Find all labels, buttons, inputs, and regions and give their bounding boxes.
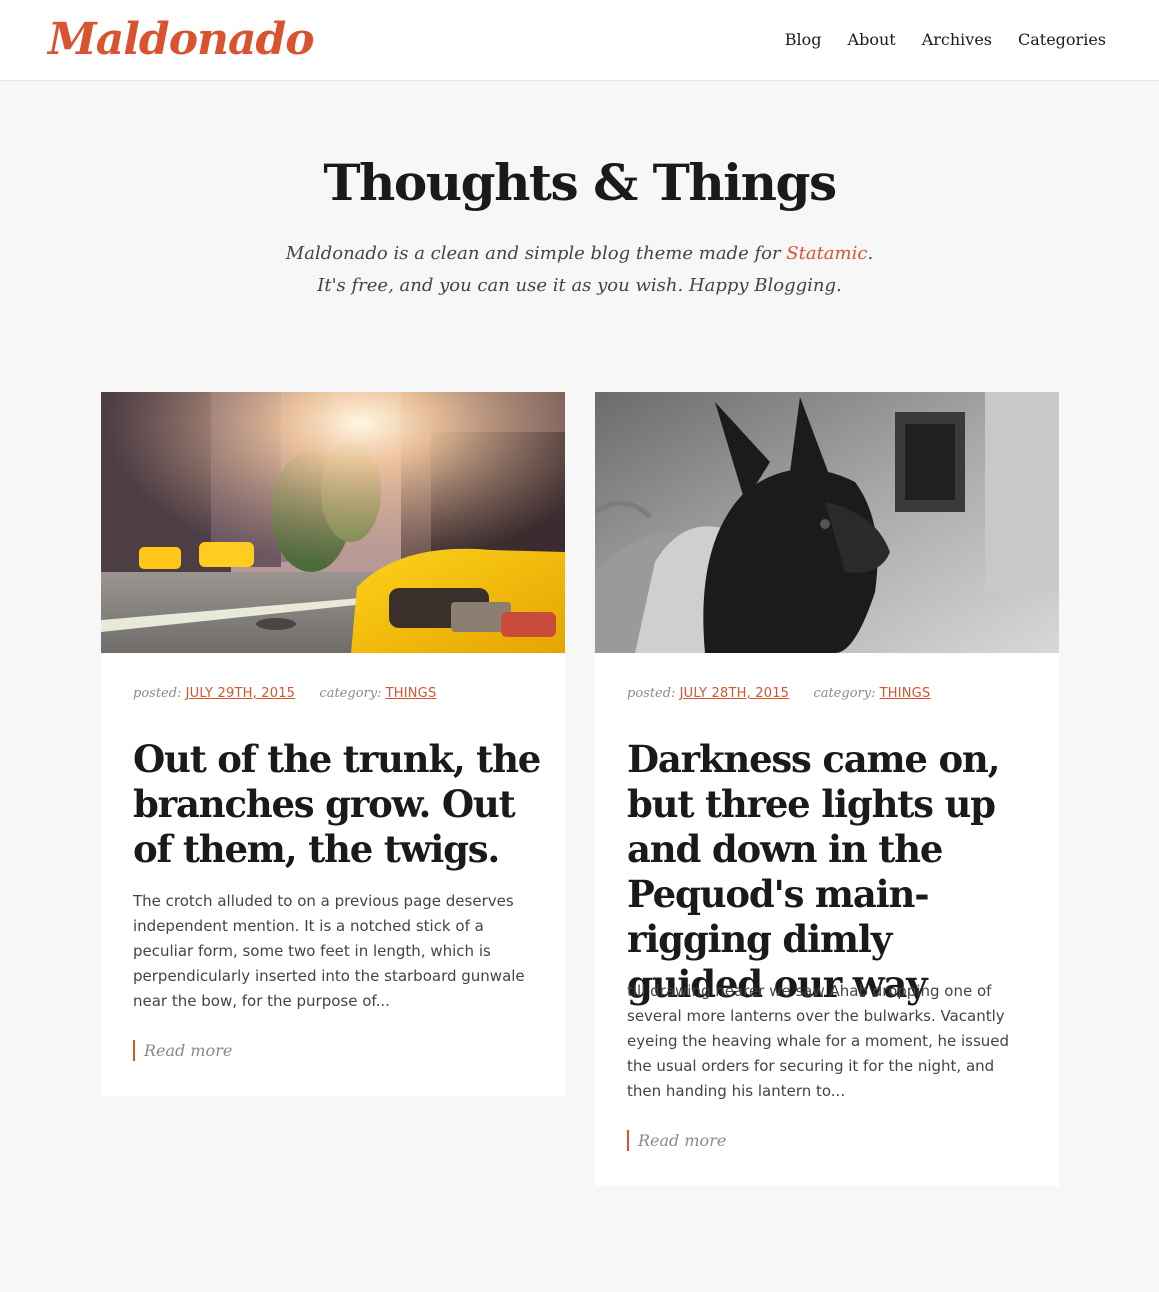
main-nav: Blog About Archives Categories (785, 26, 1106, 54)
nav-item-blog[interactable]: Blog (785, 26, 822, 54)
post-title[interactable]: Darkness came on, but three lights up an… (627, 737, 1037, 1007)
post-date[interactable]: JULY 29TH, 2015 (186, 686, 296, 701)
post-excerpt: till drawing nearer we saw Ahab dropping… (627, 982, 1010, 1100)
nav-item-categories[interactable]: Categories (1018, 26, 1106, 54)
post-image-taxi[interactable] (101, 392, 565, 653)
posted-label: posted: (627, 686, 676, 701)
post-meta: posted: JULY 28TH, 2015 category: THINGS (627, 684, 930, 704)
site-header: Maldonado Blog About Archives Categories (0, 0, 1159, 81)
subtitle-line-1: Maldonado is a clean and simple blog the… (0, 238, 1159, 270)
post-card: posted: JULY 29TH, 2015 category: THINGS… (101, 392, 565, 1096)
subtitle-period: . (867, 243, 874, 264)
nav-item-about[interactable]: About (848, 26, 896, 54)
subtitle-text: Maldonado is a clean and simple blog the… (285, 243, 787, 264)
post-excerpt: The crotch alluded to on a previous page… (133, 892, 525, 1010)
category-label: category: (813, 686, 876, 701)
subtitle-line-2: It's free, and you can use it as you wis… (317, 275, 842, 296)
page-subtitle: Maldonado is a clean and simple blog the… (0, 238, 1159, 302)
logo-text: Maldonado (48, 14, 315, 65)
statamic-link[interactable]: Statamic (786, 243, 867, 264)
posted-label: posted: (133, 686, 182, 701)
post-meta: posted: JULY 29TH, 2015 category: THINGS (133, 684, 436, 704)
post-title[interactable]: Out of the trunk, the branches grow. Out… (133, 737, 543, 872)
post-category[interactable]: THINGS (880, 686, 931, 701)
category-label: category: (319, 686, 382, 701)
nav-item-archives[interactable]: Archives (922, 26, 992, 54)
post-image-bulldog[interactable] (595, 392, 1059, 653)
page-title: Thoughts & Things (323, 153, 837, 212)
site-logo[interactable]: Maldonado (48, 12, 315, 68)
post-date[interactable]: JULY 28TH, 2015 (680, 686, 790, 701)
post-card: posted: JULY 28TH, 2015 category: THINGS… (595, 392, 1059, 1186)
read-more-link[interactable]: Read more (133, 1040, 232, 1061)
read-more-link[interactable]: Read more (627, 1130, 726, 1151)
post-category[interactable]: THINGS (386, 686, 437, 701)
